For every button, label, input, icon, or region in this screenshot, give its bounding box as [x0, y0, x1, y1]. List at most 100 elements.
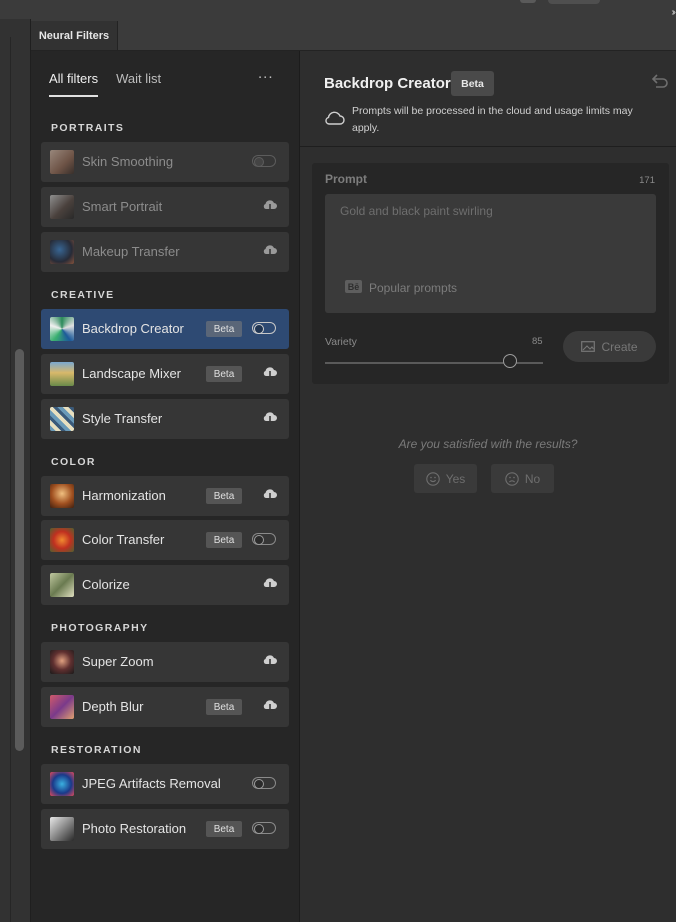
behance-icon: Bē — [345, 280, 362, 293]
beta-badge: Beta — [206, 321, 242, 337]
filter-item-depth-blur[interactable]: Depth Blur Beta — [41, 687, 289, 727]
cloud-download-icon[interactable] — [262, 199, 278, 213]
create-button[interactable]: Create — [563, 331, 656, 362]
filter-thumbnail — [50, 150, 74, 174]
cloud-download-icon[interactable] — [262, 699, 278, 713]
yes-label: Yes — [445, 471, 466, 486]
left-dock — [0, 19, 31, 922]
filter-toggle[interactable] — [252, 822, 276, 834]
filter-item-super-zoom[interactable]: Super Zoom — [41, 642, 289, 682]
filter-thumbnail — [50, 195, 74, 219]
variety-slider-thumb[interactable] — [503, 354, 518, 368]
collapse-panels-icon[interactable]: ›› — [671, 7, 675, 18]
filter-title: Backdrop Creator — [324, 75, 451, 92]
section-title-photography: PHOTOGRAPHY — [51, 622, 149, 634]
filter-list-panel: All filters Wait list ... PORTRAITS Skin … — [31, 51, 300, 922]
char-count: 171 — [639, 175, 655, 186]
filter-thumbnail — [50, 650, 74, 674]
filter-thumbnail — [50, 240, 74, 264]
variety-value: 85 — [532, 336, 543, 347]
filter-label: Landscape Mixer — [82, 366, 181, 381]
app-top-bar: ›› — [0, 0, 676, 19]
tab-neural-filters[interactable]: Neural Filters — [31, 21, 118, 50]
frown-icon — [505, 471, 519, 486]
cloud-usage-note: Prompts will be processed in the cloud a… — [352, 105, 633, 134]
reset-icon[interactable] — [650, 73, 668, 89]
filter-toggle[interactable] — [252, 533, 276, 545]
prompt-label: Prompt — [325, 172, 367, 186]
filter-label: Backdrop Creator — [82, 321, 184, 336]
toolbar-fragment — [520, 0, 536, 3]
create-label: Create — [601, 339, 638, 354]
filter-thumbnail — [50, 817, 74, 841]
beta-badge: Beta — [206, 699, 242, 715]
tab-wait-list[interactable]: Wait list — [116, 71, 161, 97]
beta-badge: Beta — [206, 488, 242, 504]
filter-label: Skin Smoothing — [82, 154, 174, 169]
cloud-download-icon[interactable] — [262, 411, 278, 425]
filter-label: JPEG Artifacts Removal — [82, 776, 221, 791]
cloud-download-icon[interactable] — [262, 244, 278, 258]
cloud-download-icon[interactable] — [262, 366, 278, 380]
panel-tab-bar: Neural Filters — [31, 19, 676, 51]
tab-all-filters[interactable]: All filters — [49, 71, 99, 97]
filter-toggle[interactable] — [252, 777, 276, 789]
filter-label: Super Zoom — [82, 654, 154, 669]
cloud-download-icon[interactable] — [262, 654, 278, 668]
filter-label: Makeup Transfer — [82, 244, 180, 259]
filter-item-photo-restoration[interactable]: Photo Restoration Beta — [41, 809, 289, 849]
filter-thumbnail — [50, 484, 74, 508]
filter-item-makeup-transfer[interactable]: Makeup Transfer — [41, 232, 289, 272]
filter-tabs: All filters Wait list — [49, 71, 161, 97]
cloud-icon — [325, 111, 345, 125]
section-title-creative: CREATIVE — [51, 289, 115, 301]
filter-item-harmonization[interactable]: Harmonization Beta — [41, 476, 289, 516]
toolbar-fragment-2 — [548, 0, 600, 4]
filter-thumbnail — [50, 695, 74, 719]
popular-prompts-link[interactable]: Popular prompts — [369, 281, 457, 295]
scrollbar-thumb[interactable] — [15, 349, 24, 751]
filter-item-smart-portrait[interactable]: Smart Portrait — [41, 187, 289, 227]
cloud-download-icon[interactable] — [262, 577, 278, 591]
prompt-input[interactable]: Gold and black paint swirling Bē Popular… — [325, 194, 656, 313]
cloud-download-icon[interactable] — [262, 488, 278, 502]
filter-label: Color Transfer — [82, 532, 165, 547]
divider — [300, 146, 676, 147]
prompt-placeholder: Gold and black paint swirling — [340, 204, 493, 218]
filter-item-color-transfer[interactable]: Color Transfer Beta — [41, 520, 289, 560]
filter-item-landscape-mixer[interactable]: Landscape Mixer Beta — [41, 354, 289, 394]
image-icon — [581, 341, 596, 352]
filter-thumbnail — [50, 772, 74, 796]
no-label: No — [524, 471, 541, 486]
filter-thumbnail — [50, 528, 74, 552]
filter-thumbnail — [50, 573, 74, 597]
more-options-button[interactable]: ... — [258, 65, 274, 82]
filter-item-skin-smoothing[interactable]: Skin Smoothing — [41, 142, 289, 182]
filter-label: Photo Restoration — [82, 821, 187, 836]
beta-badge: Beta — [206, 532, 242, 548]
section-title-color: COLOR — [51, 456, 96, 468]
smile-icon — [425, 471, 440, 486]
filter-thumbnail — [50, 362, 74, 386]
filter-label: Colorize — [82, 577, 130, 592]
filter-label: Style Transfer — [82, 411, 163, 426]
beta-badge: Beta — [206, 366, 242, 382]
filter-toggle[interactable] — [252, 322, 276, 334]
beta-badge: Beta — [206, 821, 242, 837]
filter-item-backdrop-creator[interactable]: Backdrop Creator Beta — [41, 309, 289, 349]
beta-badge: Beta — [451, 71, 494, 96]
feedback-question: Are you satisfied with the results? — [398, 437, 578, 451]
section-title-portraits: PORTRAITS — [51, 122, 125, 134]
filter-item-style-transfer[interactable]: Style Transfer — [41, 399, 289, 439]
no-button[interactable]: No — [491, 464, 554, 493]
section-title-restoration: RESTORATION — [51, 744, 142, 756]
filter-item-colorize[interactable]: Colorize — [41, 565, 289, 605]
filter-label: Smart Portrait — [82, 199, 163, 214]
filter-toggle[interactable] — [252, 155, 276, 167]
filter-thumbnail — [50, 317, 74, 341]
variety-label: Variety — [325, 336, 357, 348]
yes-button[interactable]: Yes — [414, 464, 477, 493]
filter-thumbnail — [50, 407, 74, 431]
filter-item-jpeg-artifacts-removal[interactable]: JPEG Artifacts Removal — [41, 764, 289, 804]
prompt-card: Prompt 171 Gold and black paint swirling… — [312, 163, 669, 384]
